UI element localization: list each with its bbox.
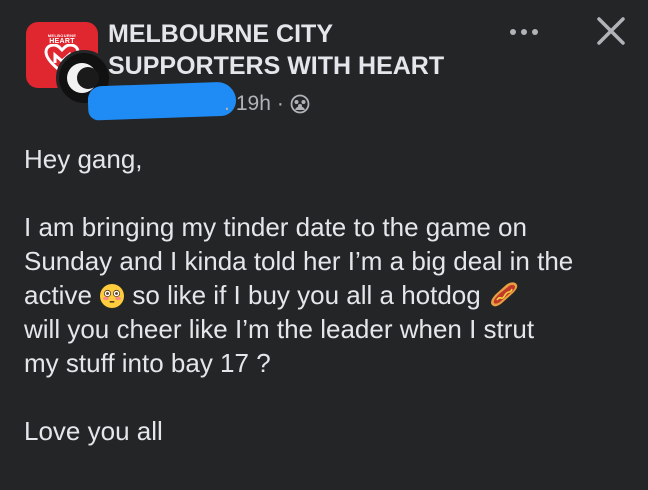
post-time[interactable]: 19h <box>236 92 271 116</box>
post-closing: Love you all <box>24 416 163 446</box>
post-meta: . 19h · <box>224 91 310 117</box>
author-name-redaction <box>87 81 237 121</box>
group-members-icon[interactable] <box>290 94 310 114</box>
hotdog-emoji <box>490 282 518 307</box>
post-header: MELBOURNE HEART MELBOURNE CITY SUPPORTER… <box>0 0 648 130</box>
post-body: Hey gang, I am bringing my tinder date t… <box>24 142 634 448</box>
more-options-icon[interactable] <box>510 24 544 40</box>
avatar-photo-detail <box>77 67 99 89</box>
post-line: Sunday and I kinda told her I’m a big de… <box>24 246 574 276</box>
group-name-link[interactable]: MELBOURNE CITY SUPPORTERS WITH HEART <box>108 18 508 82</box>
post-greeting: Hey gang, <box>24 144 143 174</box>
post-text: so like if I buy you all a hotdog <box>132 280 481 310</box>
close-icon[interactable] <box>594 14 628 48</box>
meta-separator: · <box>276 92 284 115</box>
post-line: will you cheer like I’m the leader when … <box>24 314 535 344</box>
post-line: I am bringing my tinder date to the game… <box>24 212 527 242</box>
flushed-face-emoji <box>100 284 125 308</box>
post-line: active so like if I buy you all a hotdog <box>24 278 634 312</box>
post-text: active <box>24 280 92 310</box>
post-line: my stuff into bay 17 ? <box>24 348 271 378</box>
meta-separator: . <box>224 92 230 115</box>
